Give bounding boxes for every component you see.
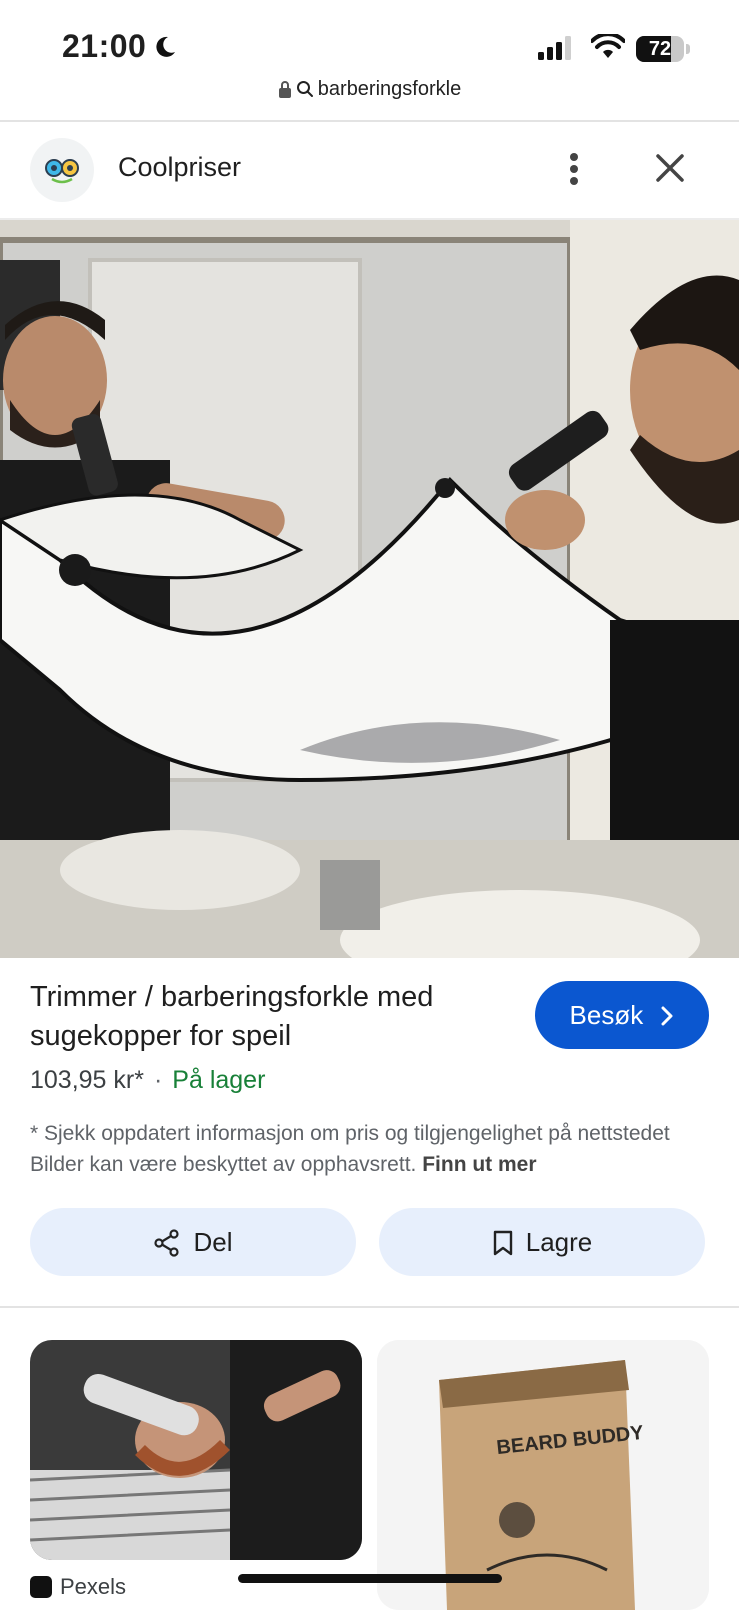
clock: 21:00 [62,28,147,64]
lock-icon [278,81,291,98]
product-title[interactable]: Trimmer / barberingsforkle med sugekoppe… [30,978,510,1056]
related-image-2[interactable]: BEARD BUDDY [377,1340,709,1610]
save-label: Lagre [525,1227,593,1257]
battery-indicator: 72 [636,36,690,62]
stock-status: På lager [172,1066,266,1094]
share-button[interactable]: Del [30,1208,356,1276]
close-icon[interactable] [654,152,686,184]
site-name[interactable]: Coolpriser [118,152,241,183]
barber-photo [30,1340,362,1560]
more-vert-icon[interactable] [568,152,580,186]
url-bar[interactable]: barberingsforkle [0,78,739,101]
visit-button[interactable]: Besøk [535,981,709,1049]
related-image-1[interactable] [30,1340,362,1560]
status-bar: 21:00 72 barberingsforkle [0,0,739,122]
disclaimer-text: * Sjekk oppdatert informasjon om pris og… [30,1122,670,1176]
visit-label: Besøk [569,1000,644,1030]
chevron-right-icon [661,1006,673,1026]
cellular-signal-icon [538,36,571,60]
pexels-icon [30,1576,52,1598]
related-source[interactable]: Pexels [30,1574,126,1600]
share-label: Del [193,1227,233,1257]
site-logo [30,138,94,202]
result-header: Coolpriser [0,122,739,220]
wifi-icon [591,34,625,58]
beard-buddy-box-photo: BEARD BUDDY [377,1340,709,1610]
learn-more-link[interactable]: Finn ut mer [422,1153,536,1176]
price-row: 103,95 kr* · På lager [30,1066,265,1095]
search-icon [296,81,313,97]
battery-level: 72 [648,38,672,60]
source-label: Pexels [60,1574,127,1599]
separator: · [153,1066,163,1094]
url-text: barberingsforkle [317,78,462,100]
bookmark-icon [493,1230,512,1256]
beard-apron-photo [0,220,739,958]
coolpriser-logo-icon [45,159,79,184]
moon-icon [156,36,175,57]
disclaimer: * Sjekk oppdatert informasjon om pris og… [30,1118,720,1180]
home-indicator[interactable] [238,1574,502,1583]
divider [0,1306,739,1308]
price: 103,95 kr* [30,1066,144,1094]
share-icon [154,1229,180,1257]
save-button[interactable]: Lagre [379,1208,705,1276]
product-image[interactable] [0,220,739,958]
